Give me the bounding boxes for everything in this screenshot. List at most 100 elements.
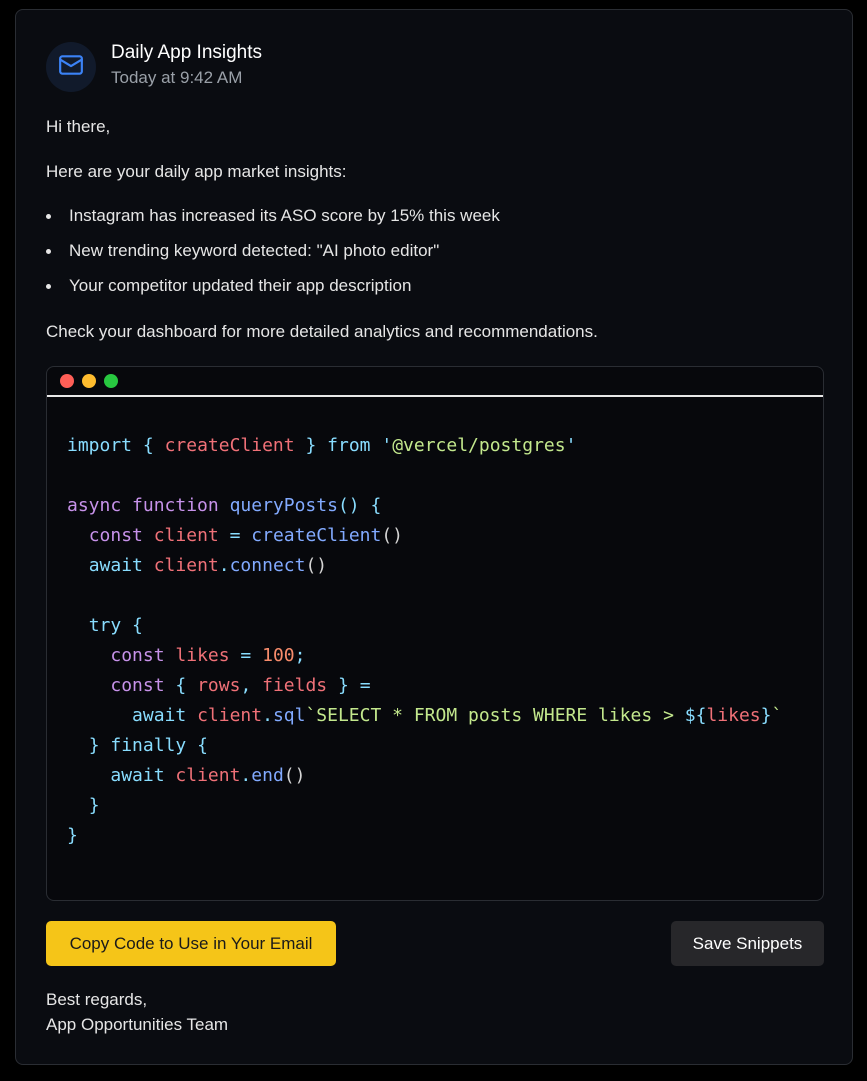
signoff: Best regards, App Opportunities Team <box>46 987 228 1037</box>
code-token: { <box>175 675 187 696</box>
sender-name: Daily App Insights <box>111 42 263 63</box>
code-block[interactable]: import { createClient } from '@vercel/po… <box>47 397 823 851</box>
code-token: ' <box>565 435 577 456</box>
bullet-dot <box>46 249 51 254</box>
save-snippets-button[interactable]: Save Snippets <box>671 921 824 966</box>
code-line: try { <box>67 611 823 641</box>
code-token: connect <box>229 555 306 576</box>
list-item: New trending keyword detected: "AI photo… <box>46 240 500 275</box>
list-item-text: Instagram has increased its ASO score by… <box>69 206 500 225</box>
code-token: `SELECT * FROM posts WHERE likes > <box>305 705 685 726</box>
code-token: const <box>110 645 165 666</box>
code-window: import { createClient } from '@vercel/po… <box>46 366 824 901</box>
code-token: const <box>88 525 143 546</box>
code-line: await client.end() <box>67 761 823 791</box>
code-token: . <box>240 765 252 786</box>
code-token: @vercel/postgres <box>392 435 566 456</box>
code-line: import { createClient } from '@vercel/po… <box>67 431 823 461</box>
dashboard-note: Check your dashboard for more detailed a… <box>46 322 598 341</box>
code-token: { <box>370 495 382 516</box>
bullet-dot <box>46 214 51 219</box>
code-token: likes <box>706 705 761 726</box>
code-line: const { rows, fields } = <box>67 671 823 701</box>
minimize-light <box>82 374 96 388</box>
code-token: () <box>305 555 328 576</box>
code-token: = <box>240 645 252 666</box>
code-token: , <box>240 675 252 696</box>
signoff-team: App Opportunities Team <box>46 1015 229 1034</box>
code-token: from <box>327 435 371 456</box>
code-token: fields <box>262 675 328 696</box>
code-token: } <box>67 825 78 846</box>
code-token: createClient <box>251 525 382 546</box>
code-token: ' <box>381 435 393 456</box>
code-token: { <box>197 735 208 756</box>
code-token: = <box>229 525 241 546</box>
copy-code-button[interactable]: Copy Code to Use in Your Email <box>46 921 336 966</box>
mail-icon <box>58 52 84 83</box>
email-header: Daily App Insights Today at 9:42 AM <box>46 42 262 92</box>
code-token: function <box>132 495 219 516</box>
code-line: } finally { <box>67 731 823 761</box>
code-token: client <box>175 765 241 786</box>
code-line: } <box>67 791 823 821</box>
maximize-light <box>104 374 118 388</box>
code-token: } <box>760 705 772 726</box>
code-line: const client = createClient() <box>67 521 823 551</box>
code-line: await client.sql`SELECT * FROM posts WHE… <box>67 701 823 731</box>
intro-text: Here are your daily app market insights: <box>46 162 347 181</box>
code-token: import <box>67 435 133 456</box>
list-item: Your competitor updated their app descri… <box>46 275 500 310</box>
code-line: } <box>67 821 823 851</box>
code-token: end <box>251 765 284 786</box>
code-token: ${ <box>684 705 707 726</box>
code-token: client <box>153 555 219 576</box>
code-token: try <box>88 615 122 636</box>
bullet-dot <box>46 284 51 289</box>
sender-avatar <box>46 42 96 92</box>
code-token: client <box>153 525 219 546</box>
code-line: await client.connect() <box>67 551 823 581</box>
code-window-titlebar <box>47 367 823 397</box>
email-card: Daily App Insights Today at 9:42 AM Hi t… <box>15 9 853 1065</box>
code-token: = <box>359 675 371 696</box>
code-token: await <box>132 705 187 726</box>
code-token: client <box>197 705 263 726</box>
code-token: . <box>218 555 230 576</box>
code-token: 100 <box>262 645 295 666</box>
list-item-text: New trending keyword detected: "AI photo… <box>69 241 440 260</box>
code-token: finally <box>110 735 187 756</box>
code-token: await <box>110 765 165 786</box>
code-token: const <box>110 675 165 696</box>
greeting: Hi there, <box>46 117 111 136</box>
list-item-text: Your competitor updated their app descri… <box>69 276 412 295</box>
